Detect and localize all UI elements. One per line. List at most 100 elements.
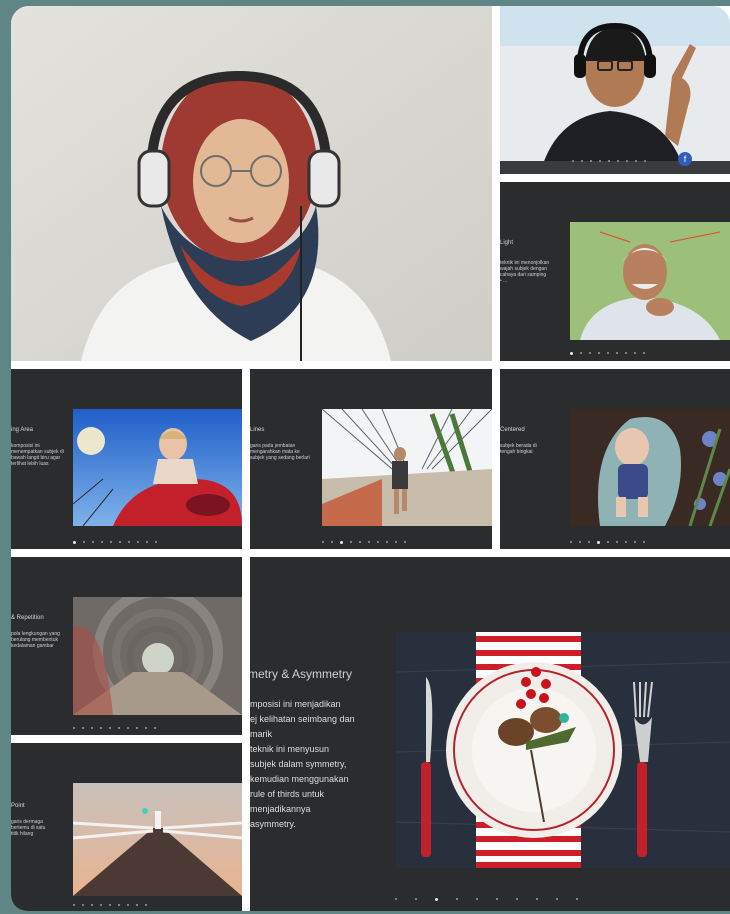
dot (581, 160, 583, 162)
dot (82, 904, 84, 906)
dot (331, 541, 333, 543)
dot (589, 352, 591, 354)
dot (91, 904, 93, 906)
slide-tile-portrait[interactable]: Light teknik ini menonjolkan wajah subje… (500, 182, 730, 361)
slide-tile-framing[interactable]: Centered subjek berada di tengah bingkai (500, 369, 730, 549)
dot (570, 541, 572, 543)
dot (496, 898, 498, 900)
slide-body: pola lengkungan yang berulang membentuk … (11, 631, 60, 649)
dot (617, 160, 619, 162)
dot (644, 160, 646, 162)
slide-title: & Repetition (11, 615, 44, 621)
dot (626, 160, 628, 162)
dot (145, 904, 147, 906)
photo-baby-in-car-seat (570, 409, 730, 526)
child-on-playground-image (73, 409, 242, 526)
man-presenter-video (500, 6, 730, 174)
dot (359, 541, 361, 543)
dot (576, 898, 578, 900)
dot (395, 898, 397, 900)
elderly-man-portrait-image (570, 222, 730, 340)
photo-child-on-playground (73, 409, 242, 526)
slide-dots (570, 352, 645, 355)
dot (350, 541, 352, 543)
dot (634, 352, 636, 354)
dot (136, 904, 138, 906)
dot (625, 352, 627, 354)
dot (386, 541, 388, 543)
dot (145, 727, 147, 729)
dot-active (435, 898, 438, 901)
dot (635, 160, 637, 162)
slide-tile-leading-lines[interactable]: Lines garis pada jembatan mengarahkan ma… (250, 369, 492, 549)
slide-tile-low-angle[interactable]: ing Area komposisi ini menempatkan subje… (11, 369, 242, 549)
main-slide-body: mposisi ini menjadikan ej kelihatan seim… (250, 699, 355, 829)
photo-arch-tunnel (73, 597, 242, 715)
dot (556, 898, 558, 900)
photo-runner-on-bridge (322, 409, 492, 526)
dot (588, 541, 590, 543)
main-shared-slide[interactable]: metry & Asymmetry mposisi ini menjadikan… (250, 557, 730, 911)
dot (109, 727, 111, 729)
dot (608, 160, 610, 162)
slide-tile-repetition[interactable]: & Repetition pola lengkungan yang berula… (11, 557, 242, 735)
dot (404, 541, 406, 543)
dot (128, 541, 130, 543)
slide-title: Light (500, 240, 514, 246)
slide-tile-vanishing[interactable]: Point garis dermaga bertemu di satu titi… (11, 743, 242, 911)
photo-christmas-table-setting (396, 632, 730, 868)
slide-title: ing Area (11, 427, 34, 433)
dot (101, 541, 103, 543)
runner-on-bridge-image (322, 409, 492, 526)
slide-body: komposisi ini menempatkan subjek di bawa… (11, 443, 64, 467)
dot-active (597, 541, 600, 544)
dot (82, 727, 84, 729)
dot (456, 898, 458, 900)
presenter-camera-woman[interactable] (11, 6, 492, 361)
slide-body: teknik ini menonjolkan wajah subjek deng… (500, 260, 550, 284)
dot-active (73, 541, 76, 544)
woman-presenter-video (11, 6, 492, 361)
arch-tunnel-image (73, 597, 242, 715)
dot (377, 541, 379, 543)
christmas-table-setting-image (396, 632, 730, 868)
dot (599, 160, 601, 162)
slide-dots (73, 541, 157, 544)
slide-body: garis pada jembatan mengarahkan mata ke … (250, 443, 310, 461)
dot (118, 727, 120, 729)
dot (368, 541, 370, 543)
dot (476, 898, 478, 900)
slide-dots (73, 727, 156, 729)
dot (100, 904, 102, 906)
dot (110, 541, 112, 543)
dot (127, 904, 129, 906)
dot (136, 727, 138, 729)
dot (598, 352, 600, 354)
slide-body: garis dermaga bertemu di satu titik hila… (11, 819, 46, 837)
slide-dots (73, 904, 147, 906)
dot (154, 727, 156, 729)
dot (415, 898, 417, 900)
slide-title: Lines (250, 427, 265, 433)
dot (109, 904, 111, 906)
video-call-grid: f Light teknik ini menonjolkan wajah sub… (11, 6, 730, 911)
dot (322, 541, 324, 543)
presenter-camera-man[interactable]: f (500, 6, 730, 174)
dot (643, 541, 645, 543)
dot (572, 160, 574, 162)
dot-active (570, 352, 573, 355)
dot-active (340, 541, 343, 544)
dot (127, 727, 129, 729)
dot (516, 898, 518, 900)
slide-dots (395, 898, 578, 901)
dot (119, 541, 121, 543)
dot (607, 541, 609, 543)
dot (137, 541, 139, 543)
dot (579, 541, 581, 543)
dot (155, 541, 157, 543)
dot (625, 541, 627, 543)
slide-dots (570, 541, 645, 544)
dot (643, 352, 645, 354)
slide-dots (322, 541, 406, 544)
dot (590, 160, 592, 162)
